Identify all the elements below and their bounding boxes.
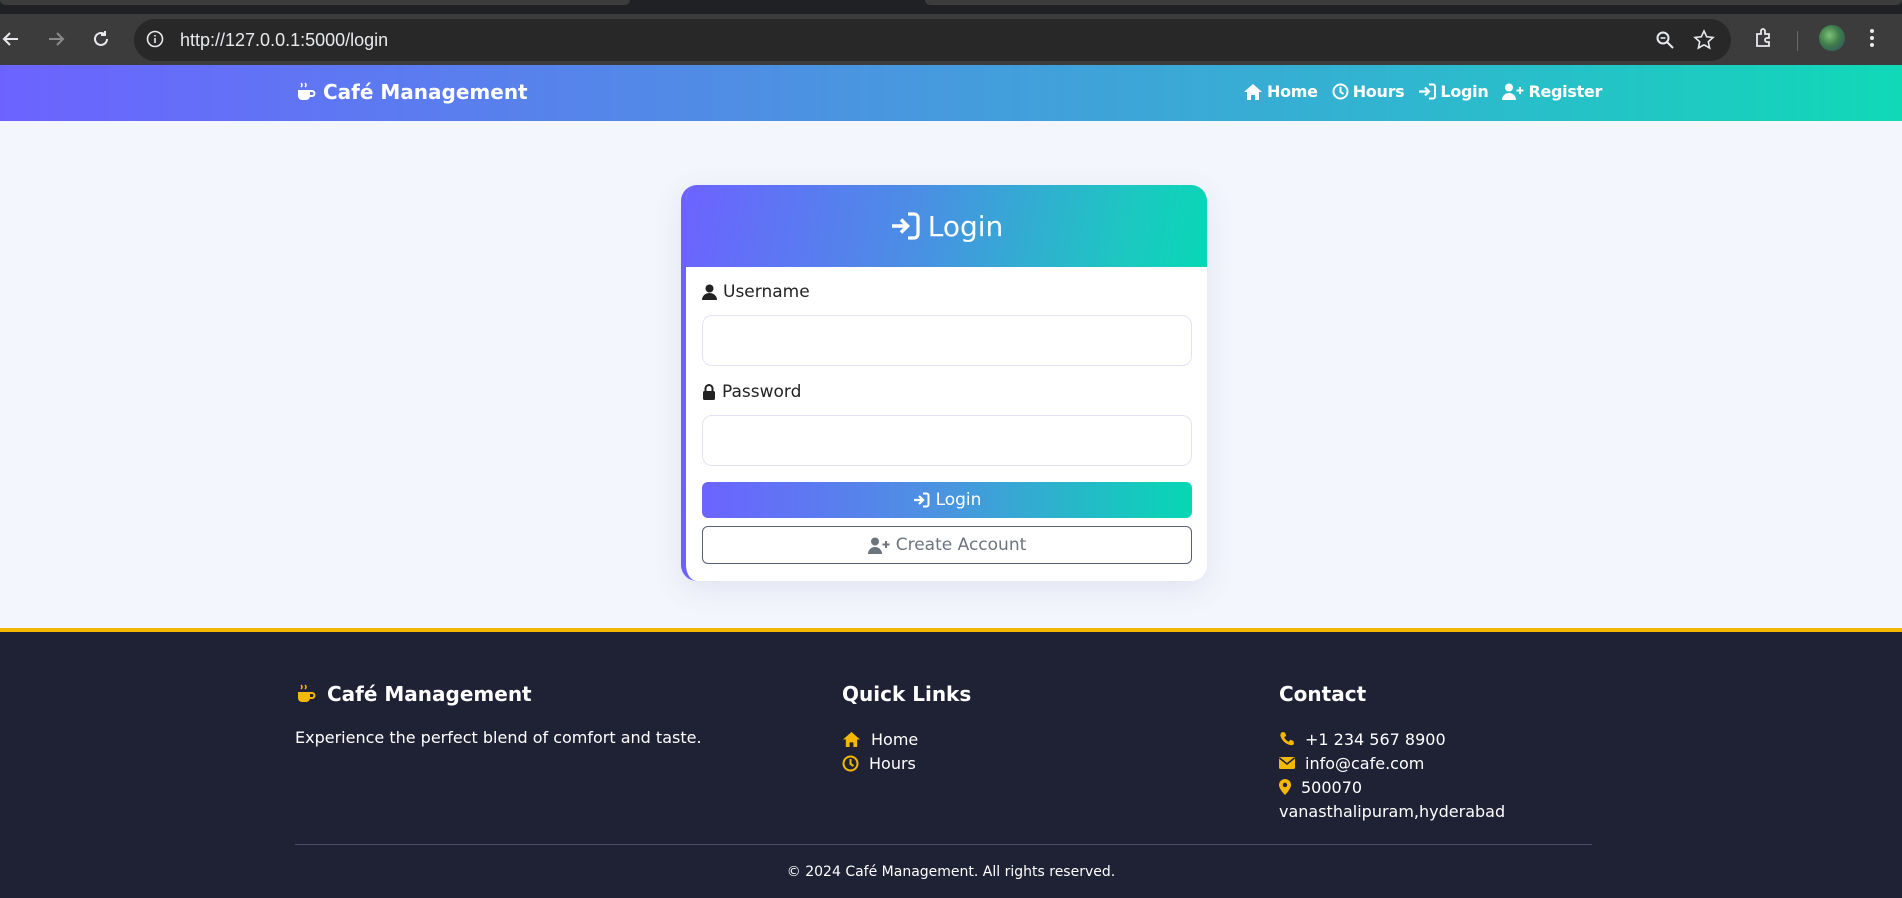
- coffee-icon: [298, 82, 316, 100]
- map-marker-icon: [1279, 779, 1291, 795]
- browser-menu-icon[interactable]: [1868, 26, 1876, 54]
- nav-links: Home Hours Login Register: [1243, 82, 1602, 101]
- login-button-label: Login: [935, 490, 982, 510]
- browser-toolbar: http://127.0.0.1:5000/login: [0, 14, 1902, 65]
- bookmark-star-icon[interactable]: [1693, 29, 1715, 55]
- profile-avatar[interactable]: [1819, 25, 1845, 51]
- user-plus-icon: [1502, 83, 1524, 100]
- phone-icon: [1280, 732, 1294, 746]
- username-label-text: Username: [723, 282, 810, 302]
- lock-icon: [703, 384, 715, 400]
- contact-address: 500070: [1279, 775, 1505, 799]
- navbar-brand[interactable]: Café Management: [295, 80, 528, 104]
- username-label: Username: [702, 282, 810, 302]
- envelope-icon: [1279, 757, 1295, 769]
- contact-address-line2-row: vanasthalipuram,hyderabad: [1279, 799, 1505, 823]
- tab-strip: [0, 0, 1902, 14]
- sign-in-icon: [1419, 83, 1437, 100]
- footer-quick-links-column: Quick Links Home Hours: [842, 682, 971, 775]
- footer: Café Management Experience the perfect b…: [0, 628, 1902, 898]
- footer-tagline: Experience the perfect blend of comfort …: [295, 728, 702, 747]
- arrow-left-icon: [2, 32, 18, 46]
- user-plus-icon: [867, 537, 890, 554]
- create-account-button[interactable]: Create Account: [702, 526, 1192, 564]
- home-icon: [843, 731, 860, 747]
- footer-brand: Café Management: [295, 682, 702, 706]
- zoom-icon[interactable]: [1655, 30, 1675, 54]
- nav-link-label: Login: [1440, 82, 1489, 101]
- contact-address-line1: 500070: [1301, 777, 1363, 797]
- login-card: Login Username Password Login Create Acc…: [681, 185, 1207, 581]
- navbar: Café Management Home Hours Login Registe…: [0, 65, 1902, 121]
- sign-in-icon: [913, 492, 930, 508]
- footer-brand-column: Café Management Experience the perfect b…: [295, 682, 702, 747]
- reload-icon: [94, 31, 108, 46]
- contact-email-text: info@cafe.com: [1305, 753, 1425, 773]
- password-label: Password: [702, 382, 801, 402]
- toolbar-divider: [1797, 31, 1798, 51]
- back-button[interactable]: [0, 24, 26, 54]
- clock-icon: [842, 755, 859, 771]
- create-account-label: Create Account: [895, 535, 1027, 555]
- login-button[interactable]: Login: [702, 482, 1192, 518]
- contact-phone: +1 234 567 8900: [1279, 727, 1505, 751]
- nav-link-label: Register: [1528, 82, 1603, 101]
- footer-brand-title: Café Management: [327, 682, 532, 706]
- footer-link-label: Hours: [869, 753, 916, 773]
- quick-links-list: Home Hours: [842, 727, 971, 775]
- footer-contact-column: Contact +1 234 567 8900 info@cafe.com 50…: [1279, 682, 1505, 823]
- contact-title: Contact: [1279, 682, 1367, 706]
- browser-chrome: http://127.0.0.1:5000/login: [0, 0, 1902, 65]
- url-text[interactable]: http://127.0.0.1:5000/login: [180, 30, 388, 51]
- contact-address-line2: vanasthalipuram,hyderabad: [1279, 801, 1506, 821]
- quick-links-title: Quick Links: [842, 682, 972, 706]
- address-bar[interactable]: http://127.0.0.1:5000/login: [134, 19, 1731, 61]
- extensions-icon[interactable]: [1752, 26, 1776, 54]
- footer-divider: [295, 844, 1592, 845]
- footer-link-label: Home: [871, 729, 919, 749]
- browser-tab[interactable]: [0, 0, 630, 5]
- brand-text: Café Management: [323, 80, 528, 104]
- copyright-text: © 2024 Café Management. All rights reser…: [786, 864, 1116, 880]
- coffee-icon: [298, 684, 316, 702]
- contact-email: info@cafe.com: [1279, 751, 1505, 775]
- login-title: Login: [927, 209, 1004, 243]
- browser-tab[interactable]: [925, 0, 1902, 5]
- reload-button[interactable]: [86, 24, 116, 54]
- contact-list: +1 234 567 8900 info@cafe.com 500070 van…: [1279, 727, 1505, 823]
- clock-icon: [1332, 83, 1349, 100]
- nav-link-home[interactable]: Home: [1243, 82, 1318, 101]
- site-info-icon[interactable]: [146, 30, 164, 52]
- login-card-header: Login: [686, 185, 1207, 267]
- nav-link-hours[interactable]: Hours: [1332, 82, 1405, 101]
- home-icon: [1244, 83, 1262, 100]
- footer-link-hours[interactable]: Hours: [842, 751, 971, 775]
- password-input[interactable]: [702, 415, 1192, 466]
- forward-button[interactable]: [41, 24, 71, 54]
- contact-phone-text: +1 234 567 8900: [1305, 729, 1446, 749]
- username-input[interactable]: [702, 315, 1192, 366]
- nav-link-login[interactable]: Login: [1418, 82, 1489, 101]
- arrow-right-icon: [49, 32, 65, 46]
- nav-link-label: Hours: [1352, 82, 1405, 101]
- sign-in-icon: [891, 212, 920, 240]
- nav-link-register[interactable]: Register: [1502, 82, 1602, 101]
- password-label-text: Password: [722, 382, 802, 402]
- footer-link-home[interactable]: Home: [842, 727, 971, 751]
- nav-link-label: Home: [1267, 82, 1318, 101]
- user-icon: [702, 284, 717, 300]
